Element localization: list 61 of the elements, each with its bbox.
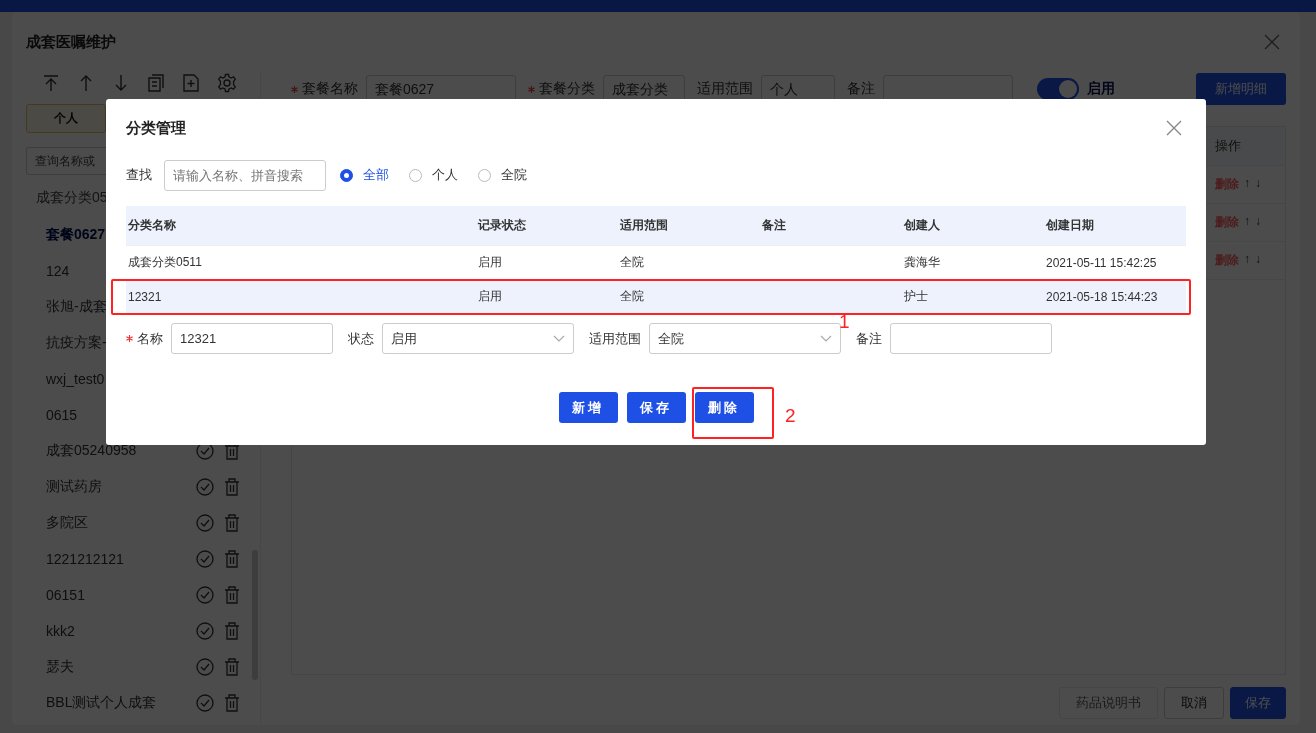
annotation-number: 1 — [839, 313, 850, 331]
input-field[interactable]: 12321 — [171, 323, 333, 354]
radio-button[interactable] — [340, 168, 353, 182]
list-item[interactable]: 0615 — [46, 407, 78, 423]
table-cell-text: 启用 — [477, 288, 503, 305]
table-cell-text: 12321 — [127, 289, 163, 304]
list-item[interactable]: 成套05240958 — [46, 442, 137, 460]
table-cell-text: 全院 — [619, 288, 645, 305]
table-cell-text: 2021-05-11 15:42:25 — [1045, 255, 1158, 270]
field-label: 名称 — [137, 329, 163, 348]
list-item[interactable]: 06151 — [46, 587, 85, 603]
toggle-label: 启用 — [1087, 80, 1115, 98]
chevron-down-icon — [820, 335, 832, 342]
list-item[interactable]: 1221212121 — [46, 551, 124, 567]
select-field[interactable]: 全院 — [649, 323, 841, 354]
column-header: 分类名称 — [127, 217, 177, 234]
list-item[interactable]: 124 — [46, 263, 70, 279]
list-item[interactable]: 套餐0627 — [46, 226, 106, 244]
dialog-title: 成套医嘱维护 — [26, 32, 116, 52]
column-header: 创建日期 — [1045, 217, 1095, 234]
action-button[interactable]: 新增 — [558, 392, 618, 423]
column-header: 适用范围 — [619, 217, 669, 234]
list-item[interactable]: kkk2 — [46, 623, 75, 639]
action-button[interactable]: 保存 — [626, 392, 686, 423]
table-cell-text: 全院 — [619, 254, 645, 271]
column-header: 备注 — [761, 217, 787, 234]
radio-label[interactable]: 全院 — [501, 166, 527, 184]
close-icon[interactable] — [1166, 120, 1182, 136]
table-cell-text: 护士 — [903, 288, 929, 305]
field-label: 备注 — [856, 329, 882, 348]
column-header: 记录状态 — [476, 217, 527, 234]
select-field[interactable]: 启用 — [382, 323, 574, 354]
table-row[interactable]: 成套分类0511 启用 全院 龚海华 2021-05-11 15:42:25 — [126, 246, 1186, 280]
table-cell-text: 龚海华 — [903, 254, 941, 271]
annotation-number: 2 — [785, 405, 796, 427]
field-label: 备注 — [847, 80, 875, 98]
search-label: 查找 — [126, 166, 152, 184]
radio-label[interactable]: 个人 — [432, 166, 458, 184]
field-label: 套餐名称 — [302, 80, 358, 98]
modal-title: 分类管理 — [126, 118, 186, 138]
action-button[interactable]: 删除 — [694, 392, 754, 423]
list-item[interactable]: 张旭-成套 — [46, 298, 107, 316]
table-cell-text: 成套分类0511 — [127, 254, 203, 271]
search-field[interactable]: 请输入名称、拼音搜索 — [164, 159, 326, 191]
list-item[interactable]: 瑟夫 — [46, 658, 74, 676]
table-cell-text: 启用 — [477, 254, 503, 271]
table-row[interactable]: 12321 启用 全院 护士 2021-05-18 15:44:23 — [126, 280, 1186, 314]
chevron-down-icon — [553, 335, 565, 342]
list-item[interactable]: 抗疫方案- — [46, 334, 107, 352]
table-cell-text: 2021-05-18 15:44:23 — [1045, 289, 1159, 304]
field-label: 状态 — [348, 329, 374, 348]
field-label: 适用范围 — [697, 80, 753, 98]
list-item[interactable]: 测试药房 — [46, 478, 102, 496]
radio-label[interactable]: 全部 — [363, 166, 389, 184]
list-item[interactable]: BBL测试个人成套 — [46, 694, 157, 712]
list-item[interactable]: wxj_test0 — [46, 371, 105, 387]
list-item[interactable]: 多院区 — [46, 514, 88, 532]
field-label: 套餐分类 — [539, 80, 595, 98]
column-header: 创建人 — [903, 217, 941, 234]
input-field[interactable] — [890, 323, 1052, 354]
field-label: 适用范围 — [589, 329, 641, 348]
